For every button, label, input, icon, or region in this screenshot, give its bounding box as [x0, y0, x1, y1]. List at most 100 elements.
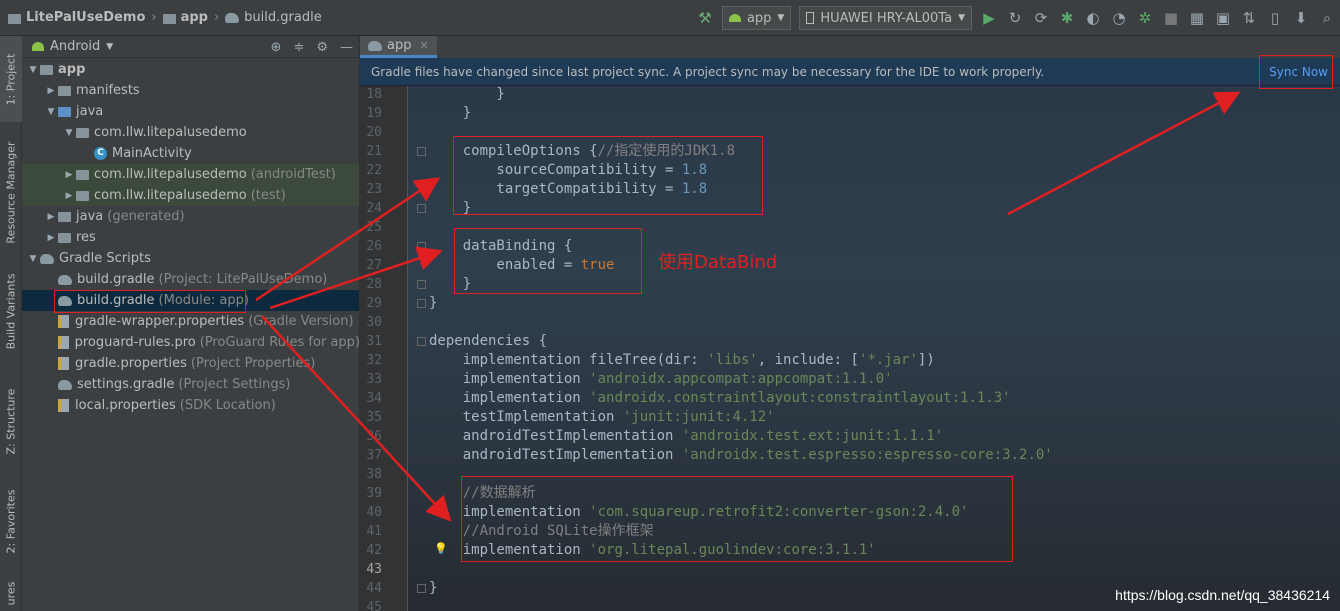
layout-inspector-icon[interactable]: ▣ — [1210, 5, 1236, 31]
tree-item-label: proguard-rules.pro — [74, 335, 196, 350]
fold-marker-icon[interactable] — [417, 299, 426, 308]
minimize-icon[interactable]: — — [340, 40, 353, 55]
tab-build-variants-label: Build Variants — [4, 273, 18, 349]
tab-resource-manager[interactable]: Resource Manager — [0, 128, 22, 256]
expand-arrow-icon[interactable]: ▼ — [26, 65, 40, 75]
tree-item[interactable]: build.gradle (Project: LitePalUseDemo) — [22, 269, 359, 290]
tree-item[interactable]: ▼ Gradle Scripts — [22, 248, 359, 269]
tab-captures[interactable]: ures — [0, 576, 22, 611]
tree-item[interactable]: ▼ java — [22, 101, 359, 122]
collapse-arrow-icon[interactable]: ▶ — [44, 212, 58, 222]
gradle-icon — [58, 274, 72, 285]
collapse-arrow-icon[interactable]: ▶ — [44, 233, 58, 243]
debug-icon[interactable]: ✱ — [1054, 5, 1080, 31]
stop-icon[interactable]: ■ — [1158, 5, 1184, 31]
tree-item[interactable]: ▶ res — [22, 227, 359, 248]
line-number: 27 — [366, 258, 382, 273]
tab-favorites[interactable]: 2: Favorites — [0, 476, 22, 566]
code-token: 'androidx.test.espresso:espresso-core:3.… — [681, 447, 1053, 463]
profile-icon[interactable]: ◔ — [1106, 5, 1132, 31]
line-number: 19 — [366, 106, 382, 121]
tree-item[interactable]: C MainActivity — [22, 143, 359, 164]
locate-icon[interactable]: ⊕ — [271, 40, 282, 55]
expand-arrow-icon[interactable]: ▼ — [26, 254, 40, 264]
code-token: implementation — [429, 390, 590, 406]
search-icon[interactable]: ⌕ — [1314, 5, 1340, 31]
project-folder-icon — [8, 13, 21, 24]
line-number: 37 — [366, 448, 382, 463]
tree-item[interactable]: ▼ app — [22, 59, 359, 80]
device-select[interactable]: HUAWEI HRY-AL00Ta ▼ — [799, 6, 972, 30]
chevron-down-icon[interactable]: ▼ — [106, 42, 113, 52]
code-line: androidTestImplementation 'androidx.test… — [429, 427, 943, 446]
collapse-arrow-icon[interactable]: ▶ — [62, 170, 76, 180]
folder-icon — [58, 232, 71, 243]
fold-marker-icon[interactable] — [417, 337, 426, 346]
tree-item[interactable]: ▶ java (generated) — [22, 206, 359, 227]
sync-banner: Gradle files have changed since last pro… — [360, 58, 1340, 86]
main-toolbar: LitePalUseDemo › app › build.gradle ⚒ ap… — [0, 0, 1340, 36]
tree-item[interactable]: ▼ com.llw.litepalusedemo — [22, 122, 359, 143]
fold-marker-icon[interactable] — [417, 584, 426, 593]
code-line: implementation 'androidx.constraintlayou… — [429, 389, 1011, 408]
fold-marker-icon[interactable] — [417, 204, 426, 213]
rerun-icon[interactable]: ↻ — [1002, 5, 1028, 31]
tab-project[interactable]: 1: Project — [0, 36, 22, 122]
breadcrumb-project[interactable]: LitePalUseDemo — [26, 10, 145, 25]
code-line: implementation 'androidx.appcompat:appco… — [429, 370, 893, 389]
fold-marker-icon[interactable] — [417, 242, 426, 251]
editor-tab[interactable]: app ✕ — [360, 36, 437, 58]
editor-tabbar: app ✕ — [360, 36, 1340, 58]
tree-item[interactable]: ▶ manifests — [22, 80, 359, 101]
line-number: 22 — [366, 163, 382, 178]
project-structure-icon[interactable]: ▦ — [1184, 5, 1210, 31]
android-icon — [32, 42, 44, 51]
run-config-select[interactable]: app ▼ — [721, 6, 792, 30]
tree-item[interactable]: settings.gradle (Project Settings) — [22, 374, 359, 395]
collapse-arrow-icon[interactable]: ▶ — [62, 191, 76, 201]
gear-icon[interactable]: ⚙ — [316, 40, 328, 55]
collapse-icon[interactable]: ≑ — [293, 40, 304, 55]
line-number: 39 — [366, 486, 382, 501]
hammer-icon[interactable]: ⚒ — [692, 5, 718, 31]
tree-item[interactable]: ▶ com.llw.litepalusedemo (androidTest) — [22, 164, 359, 185]
close-icon[interactable]: ✕ — [419, 39, 428, 52]
tree-item[interactable]: local.properties (SDK Location) — [22, 395, 359, 416]
line-number: 40 — [366, 505, 382, 520]
line-number: 35 — [366, 410, 382, 425]
view-mode-select[interactable]: Android — [50, 39, 100, 54]
sdk-manager-icon[interactable]: ⬇ — [1288, 5, 1314, 31]
expand-arrow-icon[interactable]: ▼ — [44, 107, 58, 117]
breadcrumb: LitePalUseDemo › app › build.gradle — [0, 0, 322, 36]
package-icon — [76, 169, 89, 180]
tree-item-label: com.llw.litepalusedemo — [94, 167, 247, 182]
tab-build-variants[interactable]: Build Variants — [0, 266, 22, 356]
code-line: } — [429, 104, 471, 123]
coverage-icon[interactable]: ◐ — [1080, 5, 1106, 31]
expand-arrow-icon[interactable]: ▼ — [62, 128, 76, 138]
apply-changes-icon[interactable]: ⟳ — [1028, 5, 1054, 31]
tree-item-hint: (SDK Location) — [179, 398, 276, 413]
breadcrumb-module[interactable]: app — [181, 10, 208, 25]
collapse-arrow-icon[interactable]: ▶ — [44, 86, 58, 96]
code-line: } — [429, 294, 437, 313]
fold-marker-icon[interactable] — [417, 147, 426, 156]
tree-item[interactable]: proguard-rules.pro (ProGuard Rules for ap… — [22, 332, 359, 353]
tree-item[interactable]: ▶ com.llw.litepalusedemo (test) — [22, 185, 359, 206]
code-token: ]) — [917, 352, 935, 368]
tree-item[interactable]: gradle.properties (Project Properties) — [22, 353, 359, 374]
breadcrumb-file[interactable]: build.gradle — [244, 10, 322, 25]
tree-item-label: com.llw.litepalusedemo — [94, 188, 247, 203]
sync-icon[interactable]: ⇅ — [1236, 5, 1262, 31]
tree-item[interactable]: gradle-wrapper.properties (Gradle Version… — [22, 311, 359, 332]
code-token: } — [429, 86, 505, 102]
tree-item-label: java — [76, 104, 104, 119]
avd-manager-icon[interactable]: ▯ — [1262, 5, 1288, 31]
line-number: 24 — [366, 201, 382, 216]
run-icon[interactable]: ▶ — [976, 5, 1002, 31]
fold-marker-icon[interactable] — [417, 280, 426, 289]
annotation-box-compile-options — [453, 136, 763, 215]
attach-debugger-icon[interactable]: ✲ — [1132, 5, 1158, 31]
tab-structure[interactable]: Z: Structure — [0, 376, 22, 466]
line-number: 18 — [366, 87, 382, 102]
